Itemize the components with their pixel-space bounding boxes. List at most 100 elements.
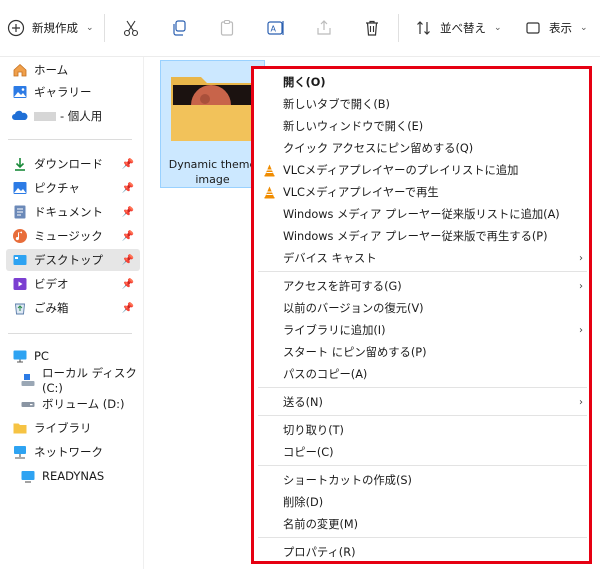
sidebar-item-downloads[interactable]: ダウンロード 📌 [6,153,140,175]
cut-button[interactable] [121,12,141,44]
sidebar-item-label: ギャラリー [34,85,92,99]
toolbar-divider [398,14,399,42]
menu-item-restore-previous-versions[interactable]: 以前のバージョンの復元(V) [254,297,589,319]
menu-item-vlc-play[interactable]: VLCメディアプレイヤーで再生 [254,181,589,203]
rename-button[interactable]: A [266,12,286,44]
chevron-down-icon: ⌄ [494,23,502,33]
sidebar-item-music[interactable]: ミュージック 📌 [6,225,140,247]
menu-item-properties[interactable]: プロパティ(R) [254,541,589,563]
sidebar-item-desktop[interactable]: デスクトップ 📌 [6,249,140,271]
sidebar-item-onedrive[interactable]: - 個人用 [6,105,140,127]
sidebar-divider [8,333,132,334]
pin-icon[interactable]: 📌 [122,183,134,194]
sidebar-item-network[interactable]: ネットワーク [6,441,140,463]
toolbar-divider [104,14,105,42]
sidebar-item-documents[interactable]: ドキュメント 📌 [6,201,140,223]
music-icon [12,228,28,244]
sidebar-item-pictures[interactable]: ピクチャ 📌 [6,177,140,199]
sort-arrows-icon [414,18,434,38]
menu-item-pin-quick-access[interactable]: クイック アクセスにピン留めする(Q) [254,137,589,159]
file-item-selected[interactable]: Dynamic theme image [160,60,265,188]
sidebar-item-label: ビデオ [34,277,69,291]
pin-icon[interactable]: 📌 [122,279,134,290]
sidebar-item-videos[interactable]: ビデオ 📌 [6,273,140,295]
sidebar-item-label: ホーム [34,63,69,77]
menu-item-delete[interactable]: 削除(D) [254,491,589,513]
sort-button[interactable]: 並べ替え ⌄ [414,12,502,44]
sidebar-item-home[interactable]: ホーム [6,59,140,81]
desktop-icon [12,252,28,268]
pin-icon[interactable]: 📌 [122,303,134,314]
menu-item-cast-to-device[interactable]: デバイス キャスト › [254,247,589,269]
menu-item-label: ライブラリに追加(I) [283,324,386,337]
menu-item-copy-path[interactable]: パスのコピー(A) [254,363,589,385]
menu-item-vlc-add-playlist[interactable]: VLCメディアプレイヤーのプレイリストに追加 [254,159,589,181]
menu-separator [258,537,587,538]
menu-item-include-in-library[interactable]: ライブラリに追加(I) › [254,319,589,341]
chevron-right-icon: › [579,252,583,264]
pin-icon[interactable]: 📌 [122,231,134,242]
menu-separator [258,271,587,272]
sidebar-item-local-disk[interactable]: ローカル ディスク (C:) [6,366,140,395]
pin-icon[interactable]: 📌 [122,207,134,218]
menu-item-label: Windows メディア プレーヤー従来版リストに追加(A) [283,208,560,221]
vlc-icon [262,185,276,199]
menu-item-label: ショートカットの作成(S) [283,474,412,487]
recycle-bin-icon [12,300,28,316]
menu-item-label: デバイス キャスト [283,252,377,265]
local-disk-icon [20,372,36,388]
paste-button[interactable] [217,12,237,44]
nas-icon [20,468,36,484]
menu-item-label: プロパティ(R) [283,546,356,559]
menu-item-create-shortcut[interactable]: ショートカットの作成(S) [254,469,589,491]
sidebar-item-recycle-bin[interactable]: ごみ箱 📌 [6,297,140,319]
menu-item-wmp-add-list[interactable]: Windows メディア プレーヤー従来版リストに追加(A) [254,203,589,225]
sidebar-item-volume[interactable]: ボリューム (D:) [6,393,140,415]
folder-with-thumbnail-icon [171,77,255,141]
sidebar-item-label: ボリューム (D:) [42,397,125,411]
menu-item-wmp-play[interactable]: Windows メディア プレーヤー従来版で再生する(P) [254,225,589,247]
menu-item-send-to[interactable]: 送る(N) › [254,391,589,413]
chevron-right-icon: › [579,280,583,292]
new-button-label: 新規作成 [32,21,78,35]
delete-button[interactable] [362,12,382,44]
sidebar-item-label: ごみ箱 [34,301,69,315]
pin-icon[interactable]: 📌 [122,159,134,170]
menu-item-label: パスのコピー(A) [283,368,368,381]
vlc-icon [262,163,276,177]
menu-item-label: 新しいタブで開く(B) [283,98,390,111]
videos-icon [12,276,28,292]
sidebar-divider [8,139,132,140]
context-menu: 開く(O) 新しいタブで開く(B) 新しいウィンドウで開く(E) クイック アク… [251,66,592,564]
menu-item-cut[interactable]: 切り取り(T) [254,419,589,441]
menu-item-give-access[interactable]: アクセスを許可する(G) › [254,275,589,297]
share-button[interactable] [314,12,334,44]
sidebar-item-readynas[interactable]: READYNAS [6,465,140,487]
menu-item-open[interactable]: 開く(O) [254,71,589,93]
menu-item-open-new-tab[interactable]: 新しいタブで開く(B) [254,93,589,115]
sidebar-item-label: ピクチャ [34,181,80,195]
menu-item-label: アクセスを許可する(G) [283,280,402,293]
sidebar-item-libraries[interactable]: ライブラリ [6,417,140,439]
sidebar-item-label: ダウンロード [34,157,103,171]
menu-separator [258,387,587,388]
menu-item-pin-to-start[interactable]: スタート にピン留めする(P) [254,341,589,363]
trash-icon [362,18,382,38]
menu-item-label: 新しいウィンドウで開く(E) [283,120,424,133]
view-button[interactable]: 表示 ⌄ [523,12,588,44]
menu-item-label: VLCメディアプレイヤーのプレイリストに追加 [283,164,519,177]
menu-item-label: 切り取り(T) [283,424,344,437]
copy-button[interactable] [169,12,189,44]
pin-icon[interactable]: 📌 [122,255,134,266]
sidebar-item-pc[interactable]: PC [6,345,140,367]
menu-item-open-new-window[interactable]: 新しいウィンドウで開く(E) [254,115,589,137]
sidebar-item-gallery[interactable]: ギャラリー [6,81,140,103]
file-name-line1: Dynamic theme [168,158,257,171]
new-button[interactable]: 新規作成 ⌄ [6,12,94,44]
menu-item-copy[interactable]: コピー(C) [254,441,589,463]
share-icon [314,18,334,38]
menu-item-rename[interactable]: 名前の変更(M) [254,513,589,535]
redacted-username [34,111,56,121]
sidebar-item-label: - 個人用 [60,109,103,123]
rename-icon: A [266,18,286,38]
